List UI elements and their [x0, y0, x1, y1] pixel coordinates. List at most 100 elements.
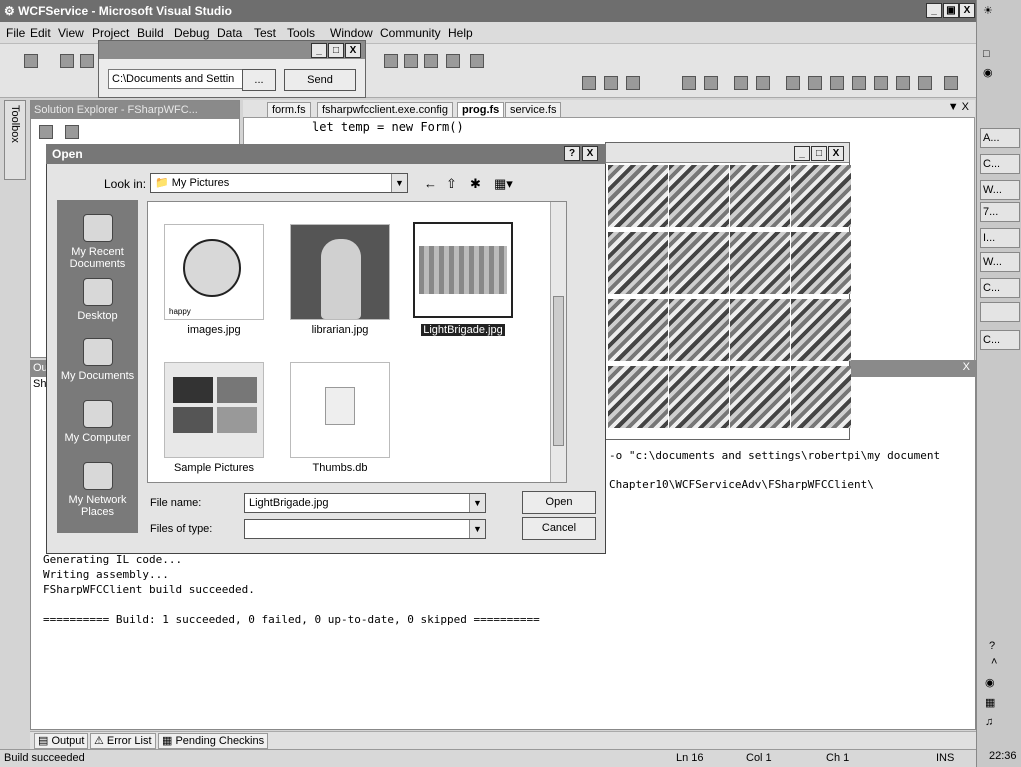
show-all-files-icon[interactable]	[65, 125, 79, 139]
file-type-select[interactable]: ▼	[244, 519, 486, 539]
menu-test[interactable]: Test	[254, 26, 276, 40]
viewer-maximize-button[interactable]: □	[811, 146, 827, 161]
help-tray-icon[interactable]: ?	[989, 640, 995, 652]
menu-project[interactable]: Project	[92, 26, 129, 40]
chevron-down-icon[interactable]: ▼	[469, 520, 485, 538]
toolbox-tab[interactable]: Toolbox	[4, 100, 26, 180]
place-network[interactable]: My Network Places	[57, 462, 138, 518]
folder-thumbnail[interactable]	[164, 362, 264, 458]
chevron-down-icon[interactable]: ▼	[469, 494, 485, 512]
taskbar-button[interactable]: A...	[980, 128, 1020, 148]
tab-prog-fs[interactable]: prog.fs	[457, 102, 505, 118]
file-list-scrollbar[interactable]	[550, 202, 566, 482]
menu-view[interactable]: View	[58, 26, 84, 40]
format-icon[interactable]	[604, 76, 618, 90]
tab-config[interactable]: fsharpwfcclient.exe.config	[317, 102, 453, 118]
client-form-minimize-button[interactable]: _	[311, 43, 327, 58]
place-desktop[interactable]: Desktop	[57, 278, 138, 322]
tab-output[interactable]: ▤ Output	[34, 733, 89, 749]
tray-icon[interactable]: ◉	[985, 676, 995, 689]
look-in-select[interactable]: 📁 My Pictures ▼	[150, 173, 408, 193]
chevron-down-icon[interactable]: ▼	[391, 174, 407, 192]
quick-launch-icon[interactable]: ◉	[983, 66, 993, 79]
taskbar-button[interactable]: C...	[980, 278, 1020, 298]
menu-community[interactable]: Community	[380, 26, 441, 40]
path-input[interactable]: C:\Documents and Settin	[108, 69, 260, 89]
menu-edit[interactable]: Edit	[30, 26, 51, 40]
up-folder-icon[interactable]: ⇧	[446, 176, 457, 192]
place-recent[interactable]: My Recent Documents	[57, 214, 138, 270]
file-label[interactable]: Thumbs.db	[279, 462, 401, 474]
tab-error-list[interactable]: ⚠ Error List	[90, 733, 156, 749]
viewer-minimize-button[interactable]: _	[794, 146, 810, 161]
menu-data[interactable]: Data	[217, 26, 242, 40]
start-icon[interactable]: ☀	[983, 4, 993, 17]
bookmark-icon[interactable]	[874, 76, 888, 90]
bookmark-icon[interactable]	[852, 76, 866, 90]
client-form-maximize-button[interactable]: □	[328, 43, 344, 58]
client-form-close-button[interactable]: X	[345, 43, 361, 58]
file-thumbnail[interactable]	[290, 362, 390, 458]
help-button[interactable]: ?	[564, 146, 580, 161]
menu-file[interactable]: File	[6, 26, 25, 40]
new-folder-icon[interactable]: ✱	[470, 176, 481, 192]
file-label[interactable]: Sample Pictures	[153, 462, 275, 474]
menu-tools[interactable]: Tools	[287, 26, 315, 40]
indent-icon[interactable]	[682, 76, 696, 90]
dialog-close-button[interactable]: X	[582, 146, 598, 161]
extensions-icon[interactable]	[470, 54, 484, 68]
file-name-input[interactable]: LightBrigade.jpg ▼	[244, 493, 486, 513]
taskbar-button[interactable]: C...	[980, 154, 1020, 174]
save-icon[interactable]	[60, 54, 74, 68]
new-project-icon[interactable]	[24, 54, 38, 68]
close-button[interactable]: X	[959, 3, 975, 18]
volume-icon[interactable]: ♫	[985, 716, 993, 728]
file-thumbnail[interactable]	[290, 224, 390, 320]
uncomment-icon[interactable]	[756, 76, 770, 90]
file-label-selected[interactable]: LightBrigade.jpg	[402, 324, 524, 336]
format-icon[interactable]	[626, 76, 640, 90]
bookmark-icon[interactable]	[896, 76, 910, 90]
send-button[interactable]: Send	[284, 69, 356, 91]
outdent-icon[interactable]	[704, 76, 718, 90]
comment-icon[interactable]	[734, 76, 748, 90]
tab-pending-checkins[interactable]: ▦ Pending Checkins	[158, 733, 269, 749]
bookmark-icon[interactable]	[830, 76, 844, 90]
file-thumbnail[interactable]: happy	[164, 224, 264, 320]
taskbar-button[interactable]: W...	[980, 252, 1020, 272]
chevron-up-icon[interactable]: ˄	[991, 656, 997, 668]
tab-form-fs[interactable]: form.fs	[267, 102, 311, 118]
object-browser-icon[interactable]	[404, 54, 418, 68]
output-close-icon[interactable]: X	[963, 361, 970, 373]
browse-button[interactable]: ...	[242, 69, 276, 91]
menu-window[interactable]: Window	[330, 26, 373, 40]
tab-service-fs[interactable]: service.fs	[505, 102, 562, 118]
menu-build[interactable]: Build	[137, 26, 164, 40]
file-thumbnail-selected[interactable]	[413, 222, 513, 318]
file-label[interactable]: images.jpg	[153, 324, 275, 336]
open-button[interactable]: Open	[522, 491, 596, 514]
taskbar-button[interactable]: I...	[980, 228, 1020, 248]
format-icon[interactable]	[582, 76, 596, 90]
file-label[interactable]: librarian.jpg	[279, 324, 401, 336]
place-my-computer[interactable]: My Computer	[57, 400, 138, 444]
menu-help[interactable]: Help	[448, 26, 473, 40]
taskbar-button[interactable]: 7...	[980, 202, 1020, 222]
properties-icon[interactable]	[384, 54, 398, 68]
place-my-documents[interactable]: My Documents	[57, 338, 138, 382]
close-tab-icon[interactable]: ▼ X	[948, 101, 969, 113]
bookmark-icon[interactable]	[786, 76, 800, 90]
bookmark-icon[interactable]	[808, 76, 822, 90]
maximize-button[interactable]: ▣	[943, 3, 959, 18]
cancel-button[interactable]: Cancel	[522, 517, 596, 540]
tools-icon[interactable]	[424, 54, 438, 68]
menu-debug[interactable]: Debug	[174, 26, 209, 40]
save-all-icon[interactable]	[80, 54, 94, 68]
taskbar-button[interactable]: C...	[980, 330, 1020, 350]
view-menu-icon[interactable]: ▦▾	[494, 176, 513, 192]
taskbar-button[interactable]	[980, 302, 1020, 322]
quick-launch-icon[interactable]: □	[983, 48, 990, 60]
bookmark-icon[interactable]	[918, 76, 932, 90]
properties-icon[interactable]	[39, 125, 53, 139]
bookmark-icon[interactable]	[944, 76, 958, 90]
